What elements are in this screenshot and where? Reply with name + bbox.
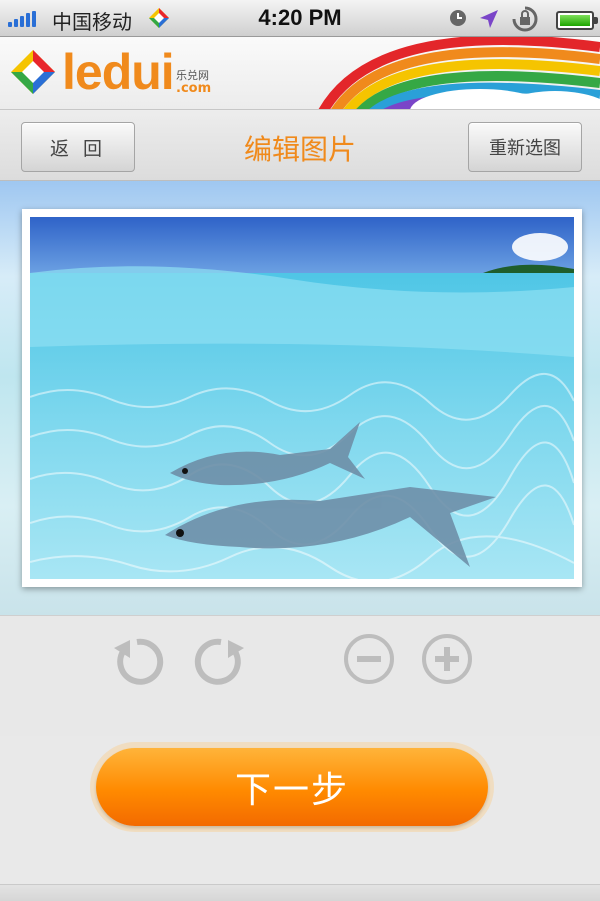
reselect-image-button[interactable]: 重新选图 (468, 122, 582, 172)
toolbar: 返 回 编辑图片 重新选图 (0, 109, 600, 182)
battery-icon (556, 11, 598, 30)
zoom-out-icon[interactable] (342, 632, 396, 686)
image-editor-canvas (0, 181, 600, 615)
ledui-logo-icon (11, 50, 55, 94)
logo-domain: .com (176, 81, 212, 96)
rotate-left-icon[interactable] (110, 634, 164, 688)
photo-frame[interactable] (22, 209, 582, 587)
bottom-divider (0, 884, 600, 901)
brand-header: ledui 乐兑网 .com (0, 37, 600, 109)
location-arrow-icon (480, 10, 498, 28)
next-step-button[interactable]: 下一步 (96, 748, 488, 826)
alarm-clock-icon (450, 10, 466, 26)
status-bar: 中国移动 4:20 PM (0, 0, 600, 37)
logo-text: ledui (62, 44, 175, 100)
edited-photo (30, 217, 574, 579)
rainbow-banner-image (318, 37, 600, 109)
zoom-in-icon[interactable] (420, 632, 474, 686)
edit-controls (0, 615, 600, 736)
rotation-lock-icon (512, 6, 538, 32)
rotate-right-icon[interactable] (194, 634, 248, 688)
